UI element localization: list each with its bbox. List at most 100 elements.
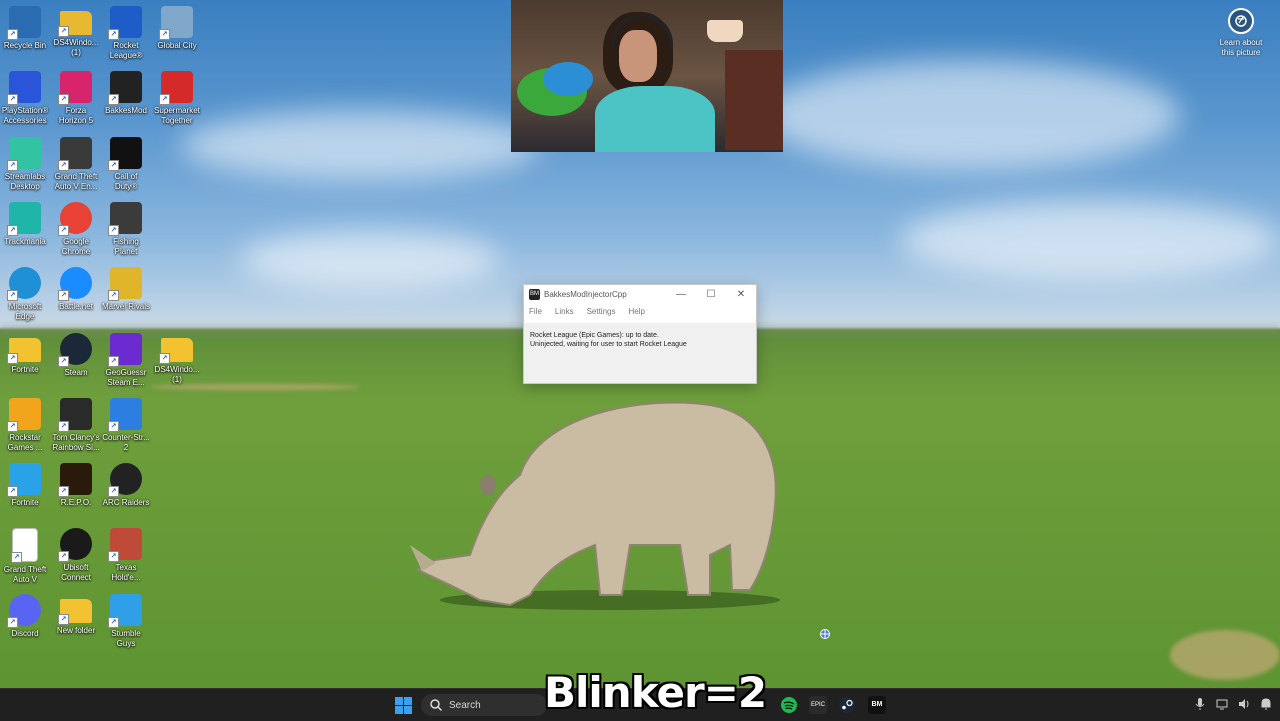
menu-file[interactable]: File	[529, 307, 542, 321]
desktop-icon[interactable]: ↗ DS4Windo... (1)	[50, 3, 102, 58]
window-titlebar[interactable]: BM BakkesModInjectorCpp — ☐ ✕	[524, 285, 756, 303]
shortcut-arrow-icon: ↗	[159, 352, 170, 364]
desktop-icon[interactable]: ↗ ARC Raiders	[100, 460, 152, 508]
folder-icon: ↗	[7, 337, 41, 364]
shortcut-arrow-icon: ↗	[7, 159, 18, 171]
shortcut-arrow-icon: ↗	[159, 29, 170, 40]
shortcut-arrow-icon: ↗	[58, 94, 69, 106]
rainbow-six-icon: ↗	[58, 397, 92, 432]
folder-icon: ↗	[159, 337, 193, 364]
desktop-icon[interactable]: ↗ Global City	[151, 3, 203, 51]
shortcut-arrow-icon: ↗	[58, 290, 69, 302]
desktop-icon[interactable]: ↗ Grand Theft Auto V	[0, 525, 51, 585]
desktop-icon-label: Battle.net	[59, 302, 93, 312]
network-icon[interactable]	[1216, 697, 1228, 711]
desktop-icon[interactable]: ↗ Tom Clancy's Rainbow Si...	[50, 395, 102, 453]
close-button[interactable]: ✕	[726, 285, 756, 303]
shortcut-arrow-icon: ↗	[108, 224, 119, 236]
desktop-icon[interactable]: ↗ New folder	[50, 591, 102, 636]
shortcut-arrow-icon: ↗	[7, 290, 18, 302]
minimize-button[interactable]: —	[666, 285, 696, 303]
desktop-icon[interactable]: ↗ Rocket League®	[100, 3, 152, 61]
desktop-icon[interactable]: ↗ GeoGuessr Steam E...	[100, 330, 152, 388]
rockstar-icon: ↗	[7, 397, 41, 432]
desktop-icon-label: Microsoft Edge	[8, 302, 42, 322]
recycle-bin-icon: ↗	[7, 6, 41, 40]
bakkesmod-taskbar-icon[interactable]: BM	[868, 696, 886, 714]
desktop-icon[interactable]: ↗ Ubisoft Connect	[50, 525, 102, 583]
desktop-icon[interactable]: ↗ Trackmania	[0, 199, 51, 247]
shortcut-arrow-icon: ↗	[58, 355, 69, 367]
shortcut-arrow-icon: ↗	[58, 551, 69, 563]
taskbar-search-box[interactable]: Search	[421, 694, 547, 716]
desktop-icon[interactable]: ↗ Microsoft Edge	[0, 264, 51, 322]
epic-games-icon[interactable]: EPIC	[809, 696, 827, 714]
desktop-icon-label: Discord	[11, 628, 39, 638]
maximize-button[interactable]: ☐	[696, 285, 726, 303]
desktop-icon-label: Rockstar Games ...	[7, 432, 43, 452]
desktop-icon[interactable]: ↗ DS4Windo... (1)	[151, 330, 203, 385]
desktop-icon-label: Fortnite	[11, 364, 39, 374]
desktop-icon[interactable]: ↗ Discord	[0, 591, 51, 639]
search-icon	[430, 699, 443, 712]
desktop-icon[interactable]: ↗ R.E.P.O.	[50, 460, 102, 508]
shortcut-arrow-icon: ↗	[108, 355, 119, 367]
desktop-icon[interactable]: ↗ Fishing Planet	[100, 199, 152, 257]
volume-icon[interactable]	[1238, 697, 1250, 711]
microphone-icon[interactable]	[1194, 697, 1206, 711]
shortcut-arrow-icon: ↗	[58, 26, 69, 37]
desktop-icon[interactable]: ↗ Streamlabs Desktop	[0, 134, 51, 192]
desktop-icon[interactable]: ↗ Fortnite	[0, 460, 51, 508]
shortcut-arrow-icon: ↗	[7, 420, 18, 432]
desktop-icon[interactable]: ↗ Counter-Str... 2	[100, 395, 152, 453]
playstation-icon: ↗	[7, 71, 41, 106]
menu-settings[interactable]: Settings	[587, 307, 616, 321]
desktop-icon[interactable]: ↗ Forza Horizon 5	[50, 68, 102, 126]
desktop-icon[interactable]: ↗ Fortnite	[0, 330, 51, 375]
desktop-icon-label: Trackmania	[4, 236, 46, 246]
bakkesmod-app-icon: BM	[529, 288, 540, 300]
desktop-icon-label: Recycle Bin	[3, 41, 47, 50]
desktop-icon[interactable]: ↗ Stumble Guys	[100, 591, 152, 649]
desktop-icon[interactable]: ↗ Recycle Bin	[0, 3, 51, 51]
learn-about-picture[interactable]: Learn about this picture	[1214, 8, 1268, 58]
shortcut-arrow-icon: ↗	[108, 486, 119, 498]
desktop-icon[interactable]: ↗ Google Chrome	[50, 199, 102, 257]
desktop-icon[interactable]: ↗ Grand Theft Auto V En...	[50, 134, 102, 192]
ubisoft-icon: ↗	[58, 528, 92, 563]
shortcut-arrow-icon: ↗	[108, 29, 119, 40]
desktop-icon-label: R.E.P.O.	[60, 498, 92, 508]
menu-links[interactable]: Links	[555, 307, 574, 321]
desktop-icon-label: BakkesMod	[105, 106, 147, 116]
desktop-icon[interactable]: ↗ Steam	[50, 330, 102, 378]
shortcut-arrow-icon: ↗	[58, 486, 69, 498]
texas-holdem-icon: ↗	[108, 528, 142, 563]
counter-strike-icon: ↗	[108, 397, 142, 432]
desktop-icon[interactable]: ↗ Marvel Rivals	[100, 264, 152, 312]
windows-start-icon[interactable]	[395, 697, 412, 714]
desktop-icon[interactable]: ↗ Rockstar Games ...	[0, 395, 51, 453]
folder-icon: ↗	[58, 11, 92, 37]
desktop-icon[interactable]: ↗ Supermarket Together	[151, 68, 203, 126]
desktop-icon-label: Fortnite	[11, 498, 39, 508]
stream-overlay-text: Blinker=2	[544, 668, 767, 717]
bakkesmod-window[interactable]: BM BakkesModInjectorCpp — ☐ ✕ File Links…	[523, 284, 757, 384]
desktop-icon[interactable]: ↗ Texas Hold'e...	[100, 525, 152, 583]
desktop-icon-label: Global City	[157, 41, 197, 50]
spotify-icon[interactable]	[780, 696, 798, 714]
shortcut-arrow-icon: ↗	[159, 94, 170, 106]
desktop-icon-label: PlayStation® Accessories	[1, 106, 49, 126]
streamlabs-icon: ↗	[7, 136, 41, 171]
cod-icon: ↗	[108, 136, 142, 171]
desktop-icon[interactable]: ↗ Battle.net	[50, 264, 102, 312]
steam-taskbar-icon[interactable]	[838, 696, 856, 714]
shortcut-arrow-icon: ↗	[108, 616, 119, 628]
desktop-icon[interactable]: ↗ PlayStation® Accessories	[0, 68, 51, 126]
gta-icon: ↗	[58, 136, 92, 171]
desktop-icon[interactable]: ↗ BakkesMod	[100, 68, 152, 116]
desktop-icon-label: Streamlabs Desktop	[4, 171, 46, 191]
notification-icon[interactable]	[1260, 697, 1272, 711]
menu-help[interactable]: Help	[628, 307, 644, 321]
desktop-icon[interactable]: ↗ Call of Duty®	[100, 134, 152, 192]
steam-icon: ↗	[58, 332, 92, 367]
